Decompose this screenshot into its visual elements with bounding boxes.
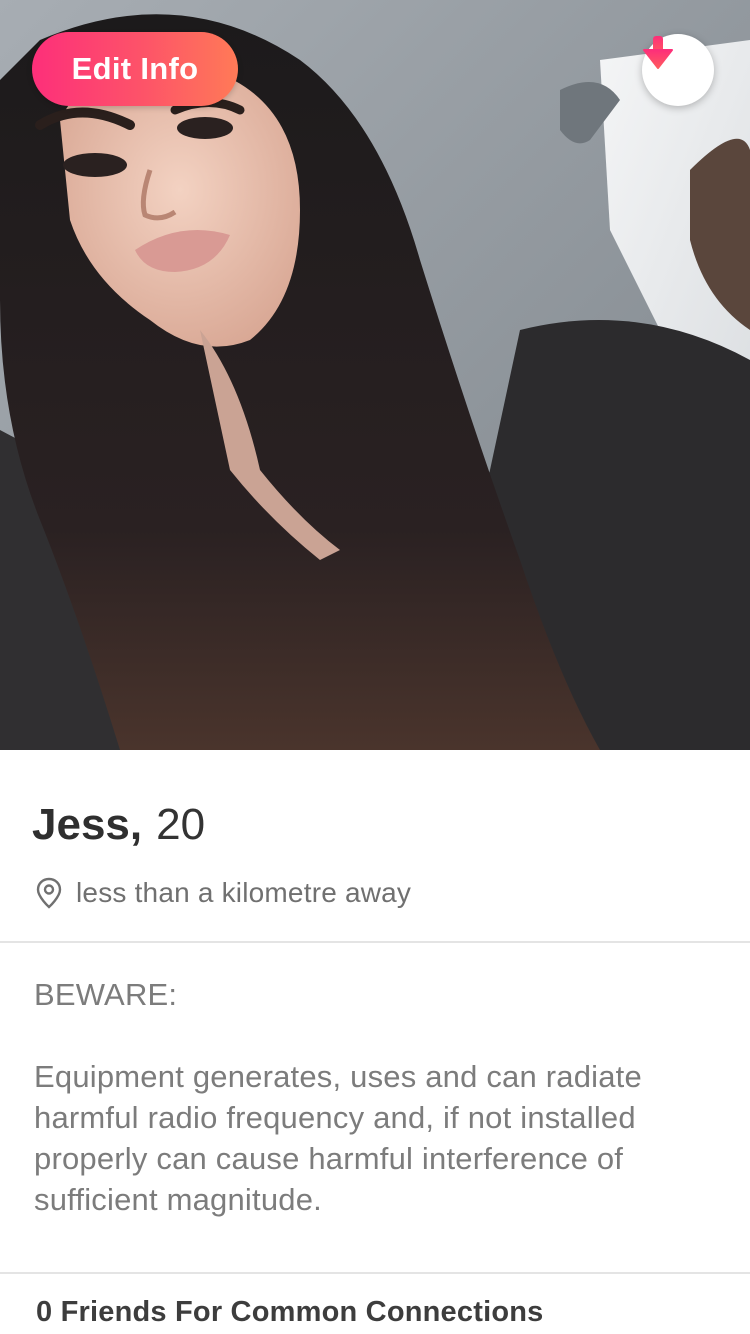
common-connections-heading: 0 Friends For Common Connections [36, 1296, 544, 1328]
photo-illustration [0, 0, 750, 750]
bio-section: BEWARE: Equipment generates, uses and ca… [34, 974, 724, 1220]
arrow-down-icon [643, 36, 673, 69]
distance-text: less than a kilometre away [76, 877, 412, 908]
profile-screen: Edit Info Jess, 20 less than a kilometre… [0, 0, 750, 1334]
profile-photo[interactable]: Edit Info [0, 0, 750, 750]
profile-name-age: Jess, 20 [32, 800, 205, 850]
distance-row: less than a kilometre away [36, 873, 411, 913]
profile-name: Jess [32, 800, 130, 849]
divider [0, 941, 750, 943]
bio-heading: BEWARE: [34, 977, 178, 1012]
location-pin-icon [36, 877, 62, 909]
profile-age: 20 [156, 800, 206, 849]
bio-body: Equipment generates, uses and can radiat… [34, 1059, 642, 1217]
collapse-profile-button[interactable] [642, 34, 714, 106]
divider [0, 1272, 750, 1274]
edit-info-button[interactable]: Edit Info [32, 32, 238, 106]
name-separator: , [129, 800, 143, 849]
